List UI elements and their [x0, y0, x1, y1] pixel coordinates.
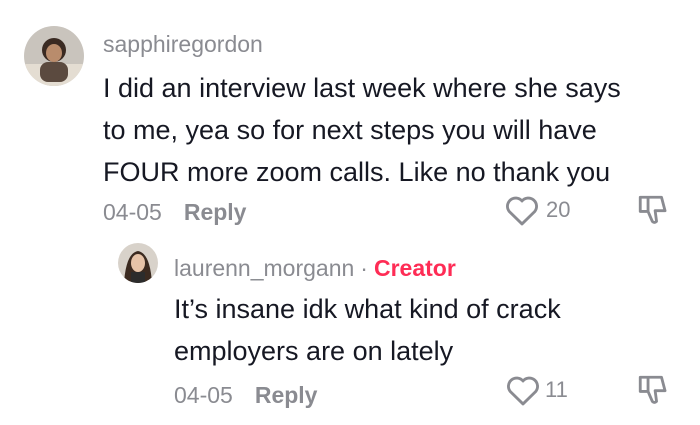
comment-text-line: FOUR more zoom calls. Like no thank you [103, 157, 611, 187]
comment-date: 04-05 [103, 199, 162, 225]
comment-username[interactable]: sapphiregordon [103, 31, 263, 58]
comment-text-line: to me, yea so for next steps you will ha… [103, 115, 597, 145]
like-count: 20 [546, 197, 571, 222]
thumbs-down-icon [638, 195, 667, 224]
reply-username-row: laurenn_morgann · Creator [174, 255, 456, 282]
reply-button[interactable]: Reply [255, 382, 318, 409]
creator-badge: Creator [373, 255, 456, 281]
thumbs-down-icon [638, 375, 667, 404]
reply-date: 04-05 [174, 382, 233, 408]
dislike-button[interactable] [636, 373, 670, 407]
dislike-button[interactable] [636, 193, 670, 227]
comment-meta: 04-05 Reply [103, 199, 246, 226]
like-button[interactable]: 11 [505, 373, 568, 407]
reply-meta: 04-05 Reply [174, 382, 317, 409]
reply-username[interactable]: laurenn_morgann [174, 255, 354, 281]
avatar[interactable] [118, 243, 158, 283]
heart-outline-icon [506, 196, 538, 226]
separator-dot: · [360, 255, 368, 281]
avatar[interactable] [24, 26, 84, 86]
like-button[interactable]: 20 [504, 193, 570, 227]
reply-button[interactable]: Reply [184, 199, 247, 226]
avatar-photo [24, 26, 84, 86]
heart-outline-icon [507, 376, 539, 406]
avatar-photo [118, 243, 158, 283]
reply-text-line: employers are on lately [174, 336, 454, 366]
reply-text-line: It’s insane idk what kind of crack [174, 294, 561, 324]
comment-text-line: I did an interview last week where she s… [103, 73, 621, 103]
like-count: 11 [545, 377, 568, 402]
